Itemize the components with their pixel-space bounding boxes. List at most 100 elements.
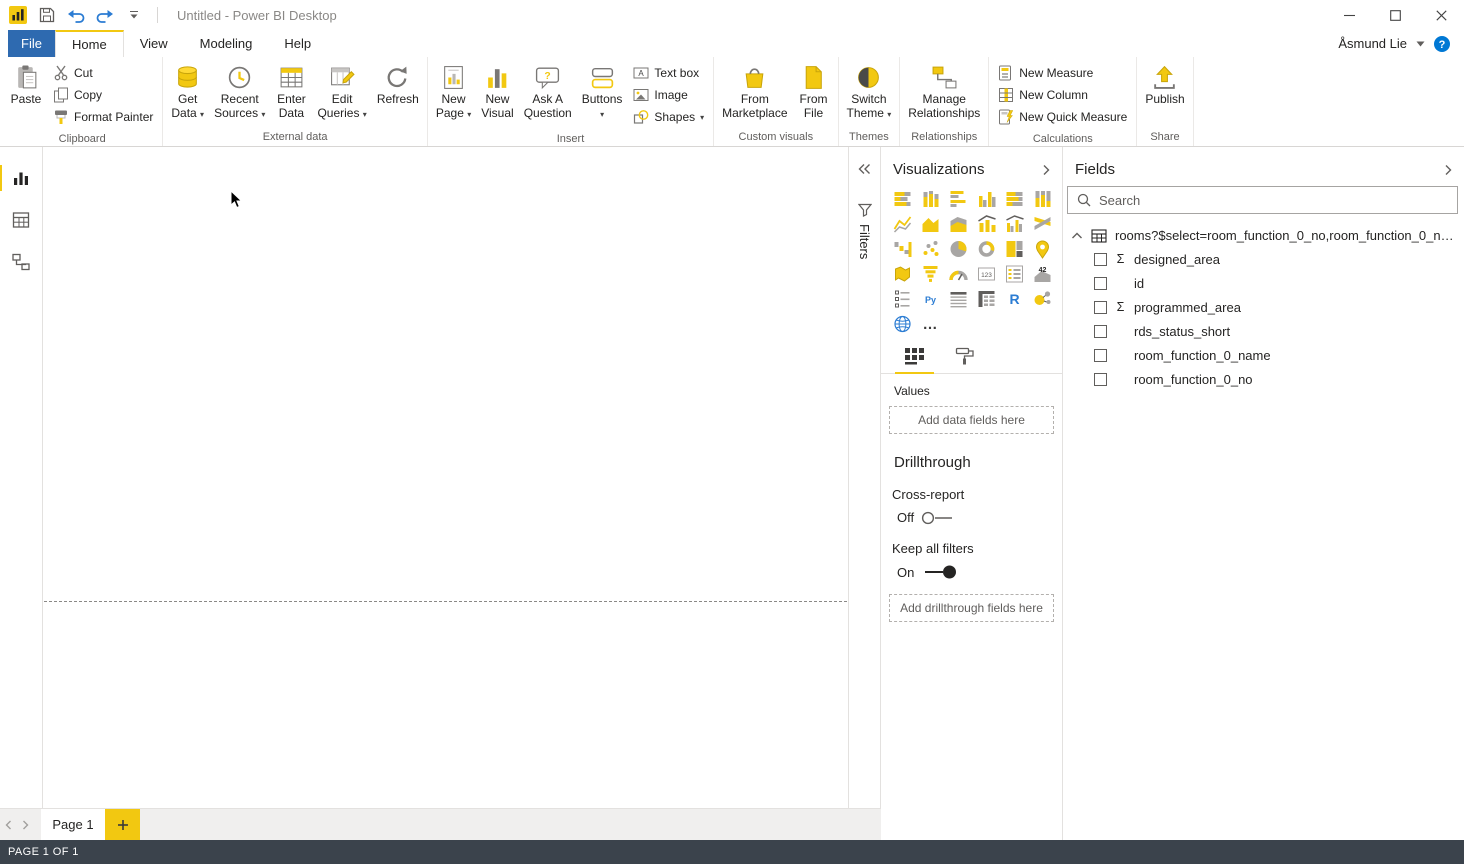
keep-all-filters-toggle[interactable] <box>921 564 957 580</box>
area-chart-icon[interactable] <box>918 213 942 235</box>
next-page-button[interactable] <box>17 809 34 840</box>
refresh-button[interactable]: Refresh <box>372 58 424 107</box>
gauge-icon[interactable] <box>946 263 970 285</box>
slicer-icon[interactable] <box>890 288 914 310</box>
page-tab-page-1[interactable]: Page 1 <box>41 809 105 840</box>
fields-bucket-tab[interactable] <box>895 345 934 374</box>
new-column-button[interactable]: New Column <box>995 85 1130 105</box>
text-box-button[interactable]: AText box <box>630 63 707 83</box>
scatter-chart-icon[interactable] <box>918 238 942 260</box>
stacked-bar-chart-icon[interactable] <box>890 188 914 210</box>
field-row-room-function-0-name[interactable]: room_function_0_name <box>1063 343 1464 367</box>
new-measure-button[interactable]: New Measure <box>995 63 1130 83</box>
kpi-icon[interactable]: 42 <box>1030 263 1054 285</box>
field-row-rds-status-short[interactable]: rds_status_short <box>1063 319 1464 343</box>
key-influencers-icon[interactable] <box>1030 288 1054 310</box>
expand-filters-button[interactable] <box>858 163 871 175</box>
python-visual-icon[interactable]: Py <box>918 288 942 310</box>
100-stacked-bar-chart-icon[interactable] <box>1002 188 1026 210</box>
switch-theme-button[interactable]: SwitchTheme ▾ <box>842 58 897 121</box>
save-button[interactable] <box>37 4 57 26</box>
waterfall-chart-icon[interactable] <box>890 238 914 260</box>
model-view-button[interactable] <box>0 241 42 283</box>
add-drillthrough-fields-dropzone[interactable]: Add drillthrough fields here <box>889 594 1054 622</box>
minimize-button[interactable] <box>1326 0 1372 30</box>
more-options-icon[interactable]: … <box>918 313 942 335</box>
field-row-id[interactable]: id <box>1063 271 1464 295</box>
treemap-icon[interactable] <box>1002 238 1026 260</box>
field-checkbox[interactable] <box>1094 325 1107 338</box>
undo-button[interactable] <box>66 4 86 26</box>
field-checkbox[interactable] <box>1094 301 1107 314</box>
new-visual-button[interactable]: NewVisual <box>476 58 518 120</box>
copy-button[interactable]: Copy <box>50 85 156 105</box>
get-data-button[interactable]: GetData ▾ <box>166 58 209 121</box>
close-button[interactable] <box>1418 0 1464 30</box>
edit-queries-button[interactable]: EditQueries ▾ <box>312 58 371 121</box>
report-view-button[interactable] <box>0 157 42 199</box>
maximize-button[interactable] <box>1372 0 1418 30</box>
card-icon[interactable]: 123 <box>974 263 998 285</box>
stacked-area-chart-icon[interactable] <box>946 213 970 235</box>
tab-home[interactable]: Home <box>55 30 124 57</box>
100-stacked-column-chart-icon[interactable] <box>1030 188 1054 210</box>
enter-data-button[interactable]: EnterData <box>270 58 312 120</box>
collapse-visualizations-button[interactable] <box>1042 164 1050 176</box>
filters-pane-toggle[interactable]: Filters <box>857 203 872 259</box>
field-name[interactable]: programmed_area <box>1134 300 1241 315</box>
cut-button[interactable]: Cut <box>50 63 156 83</box>
add-data-fields-dropzone[interactable]: Add data fields here <box>889 406 1054 434</box>
buttons-button[interactable]: Buttons▾ <box>577 58 628 121</box>
search-input[interactable] <box>1099 193 1448 208</box>
image-button[interactable]: Image <box>630 85 707 105</box>
table-name[interactable]: rooms?$select=room_function_0_no,room_fu… <box>1115 228 1454 243</box>
help-button[interactable]: ? <box>1434 36 1450 52</box>
from-file-button[interactable]: FromFile <box>793 58 835 120</box>
field-row-room-function-0-no[interactable]: room_function_0_no <box>1063 367 1464 391</box>
line-and-stacked-column-chart-icon[interactable] <box>974 213 998 235</box>
ribbon-chart-icon[interactable] <box>1030 213 1054 235</box>
cross-report-toggle[interactable] <box>921 511 957 525</box>
tab-view[interactable]: View <box>124 30 184 57</box>
format-tab[interactable] <box>946 345 984 373</box>
format-painter-button[interactable]: Format Painter <box>50 107 156 127</box>
table-icon[interactable] <box>946 288 970 310</box>
arcgis-map-icon[interactable] <box>890 313 914 335</box>
tab-modeling[interactable]: Modeling <box>184 30 269 57</box>
data-view-button[interactable] <box>0 199 42 241</box>
file-tab[interactable]: File <box>8 30 55 57</box>
signed-in-user[interactable]: Åsmund Lie <box>1338 36 1407 51</box>
filled-map-icon[interactable] <box>890 263 914 285</box>
new-page-button[interactable] <box>105 809 140 840</box>
manage-relationships-button[interactable]: ManageRelationships <box>903 58 985 120</box>
quick-access-dropdown[interactable] <box>124 4 144 26</box>
field-name[interactable]: rds_status_short <box>1134 324 1230 339</box>
r-script-visual-icon[interactable]: R <box>1002 288 1026 310</box>
recent-sources-button[interactable]: RecentSources ▾ <box>209 58 270 121</box>
field-row-designed-area[interactable]: Σdesigned_area <box>1063 247 1464 271</box>
field-checkbox[interactable] <box>1094 349 1107 362</box>
report-canvas[interactable] <box>44 147 848 808</box>
ask-a-question-button[interactable]: ?Ask AQuestion <box>519 58 577 120</box>
donut-chart-icon[interactable] <box>974 238 998 260</box>
field-row-programmed-area[interactable]: Σprogrammed_area <box>1063 295 1464 319</box>
dataset-table-row[interactable]: rooms?$select=room_function_0_no,room_fu… <box>1063 214 1464 247</box>
tab-help[interactable]: Help <box>268 30 327 57</box>
account-dropdown-icon[interactable] <box>1416 41 1425 47</box>
stacked-column-chart-icon[interactable] <box>918 188 942 210</box>
multi-row-card-icon[interactable] <box>1002 263 1026 285</box>
previous-page-button[interactable] <box>0 809 17 840</box>
field-name[interactable]: id <box>1134 276 1144 291</box>
line-and-clustered-column-chart-icon[interactable] <box>1002 213 1026 235</box>
field-name[interactable]: designed_area <box>1134 252 1220 267</box>
publish-button[interactable]: Publish <box>1140 58 1189 107</box>
field-name[interactable]: room_function_0_no <box>1134 372 1253 387</box>
pie-chart-icon[interactable] <box>946 238 970 260</box>
funnel-icon[interactable] <box>918 263 942 285</box>
paste-button[interactable]: Paste <box>5 58 47 107</box>
field-checkbox[interactable] <box>1094 373 1107 386</box>
field-checkbox[interactable] <box>1094 253 1107 266</box>
from-marketplace-button[interactable]: FromMarketplace <box>717 58 792 120</box>
line-chart-icon[interactable] <box>890 213 914 235</box>
shapes-button[interactable]: Shapes▾ <box>630 107 707 127</box>
